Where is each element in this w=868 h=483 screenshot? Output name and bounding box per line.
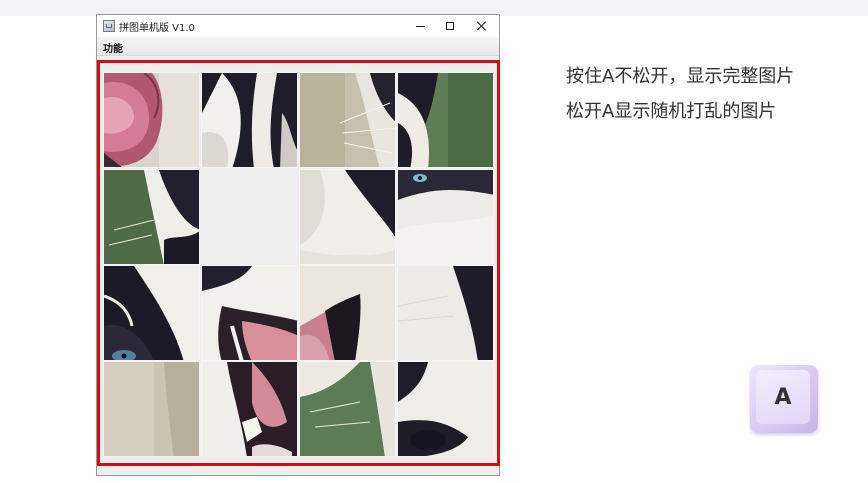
puzzle-tile[interactable] (299, 169, 396, 265)
instruction-line-1: 按住A不松开，显示完整图片 (566, 66, 795, 87)
maximize-button[interactable] (435, 15, 465, 37)
title-bar[interactable]: 拼图单机版 V1.0 (97, 15, 499, 37)
menu-bar: 功能 (97, 37, 499, 56)
key-label: A (756, 370, 810, 424)
java-app-icon (103, 20, 115, 32)
puzzle-tile[interactable] (299, 72, 396, 168)
puzzle-tile[interactable] (299, 361, 396, 457)
puzzle-tile[interactable] (201, 361, 298, 457)
maximize-icon (446, 22, 454, 30)
minimize-icon (415, 25, 425, 27)
close-button[interactable] (467, 15, 497, 37)
puzzle-tile[interactable] (201, 72, 298, 168)
puzzle-blank-tile (201, 169, 298, 265)
keyboard-key-icon: A (750, 365, 818, 433)
puzzle-tile[interactable] (397, 169, 494, 265)
puzzle-tile[interactable] (397, 72, 494, 168)
window-title: 拼图单机版 V1.0 (119, 23, 195, 34)
puzzle-tile[interactable] (397, 265, 494, 361)
menu-function[interactable]: 功能 (103, 40, 123, 55)
close-icon (477, 21, 487, 31)
puzzle-tile[interactable] (299, 265, 396, 361)
puzzle-tile[interactable] (103, 361, 200, 457)
puzzle-tile[interactable] (103, 265, 200, 361)
puzzle-tile[interactable] (397, 361, 494, 457)
instruction-line-2: 松开A显示随机打乱的图片 (566, 101, 777, 122)
minimize-button[interactable] (405, 15, 435, 37)
puzzle-board[interactable] (103, 72, 495, 460)
puzzle-tile[interactable] (201, 265, 298, 361)
puzzle-tile[interactable] (103, 72, 200, 168)
puzzle-tile[interactable] (103, 169, 200, 265)
